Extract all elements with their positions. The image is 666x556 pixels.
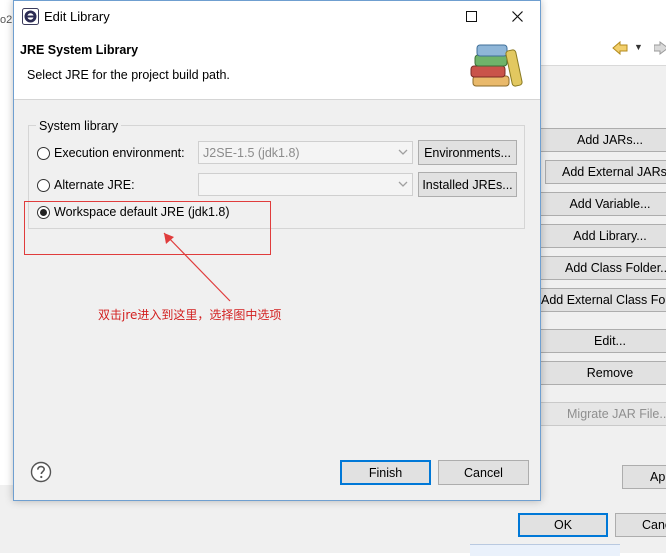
maximize-button[interactable] <box>448 1 494 32</box>
apply-button[interactable]: Apply <box>622 465 666 489</box>
annotation-text: 双击jre进入到这里，选择图中选项 <box>98 308 282 322</box>
add-external-class-folder-button[interactable]: Add External Class Folder... <box>540 288 666 312</box>
parent-title-fragment: o2 <box>0 14 13 26</box>
help-icon[interactable] <box>30 461 52 483</box>
close-icon <box>511 11 523 22</box>
back-arrow-icon[interactable] <box>612 40 628 56</box>
system-library-label: System library <box>36 119 122 133</box>
execution-environment-radio[interactable]: Execution environment: <box>37 146 185 160</box>
remove-button[interactable]: Remove <box>540 361 666 385</box>
edit-library-dialog: Edit Library JRE System Library Select J… <box>13 0 541 501</box>
chevron-down-icon <box>398 181 408 187</box>
radio-circle <box>37 178 50 192</box>
forward-arrow-icon[interactable] <box>654 40 666 56</box>
alternate-jre-radio[interactable]: Alternate JRE: <box>37 178 135 192</box>
maximize-icon <box>465 11 477 22</box>
add-class-folder-button[interactable]: Add Class Folder... <box>540 256 666 280</box>
migrate-jar-button[interactable]: Migrate JAR File... <box>540 402 666 426</box>
installed-jres-button[interactable]: Installed JREs... <box>418 172 517 197</box>
dialog-banner: JRE System Library Select JRE for the pr… <box>14 32 540 100</box>
parent-peek-bar <box>470 544 620 556</box>
radio-circle <box>37 146 50 160</box>
parent-toolbar <box>540 30 666 66</box>
finish-button[interactable]: Finish <box>340 460 431 485</box>
banner-title: JRE System Library <box>20 43 139 57</box>
dialog-titlebar: Edit Library <box>14 1 540 32</box>
close-button[interactable] <box>494 1 540 32</box>
eclipse-icon <box>22 8 39 25</box>
add-library-button[interactable]: Add Library... <box>540 224 666 248</box>
dialog-cancel-button[interactable]: Cancel <box>438 460 529 485</box>
chevron-down-icon <box>398 149 408 155</box>
ok-button[interactable]: OK <box>518 513 608 537</box>
library-books-icon <box>470 44 523 87</box>
execution-environment-label: Execution environment: <box>54 146 185 160</box>
execution-environment-combo[interactable]: J2SE-1.5 (jdk1.8) <box>198 141 413 164</box>
add-jars-button[interactable]: Add JARs... <box>540 128 666 152</box>
banner-subtitle: Select JRE for the project build path. <box>27 68 230 82</box>
add-external-jars-button[interactable]: Add External JARs... <box>545 160 666 184</box>
parent-cancel-button[interactable]: Cancel <box>615 513 666 537</box>
annotation-arrow-icon <box>163 232 231 302</box>
back-dropdown-icon[interactable]: ▼ <box>634 42 643 52</box>
edit-button[interactable]: Edit... <box>540 329 666 353</box>
alternate-jre-combo[interactable] <box>198 173 413 196</box>
add-variable-button[interactable]: Add Variable... <box>540 192 666 216</box>
environments-button[interactable]: Environments... <box>418 140 517 165</box>
alternate-jre-label: Alternate JRE: <box>54 178 135 192</box>
dialog-title: Edit Library <box>44 9 110 24</box>
execution-environment-value: J2SE-1.5 (jdk1.8) <box>203 145 300 160</box>
